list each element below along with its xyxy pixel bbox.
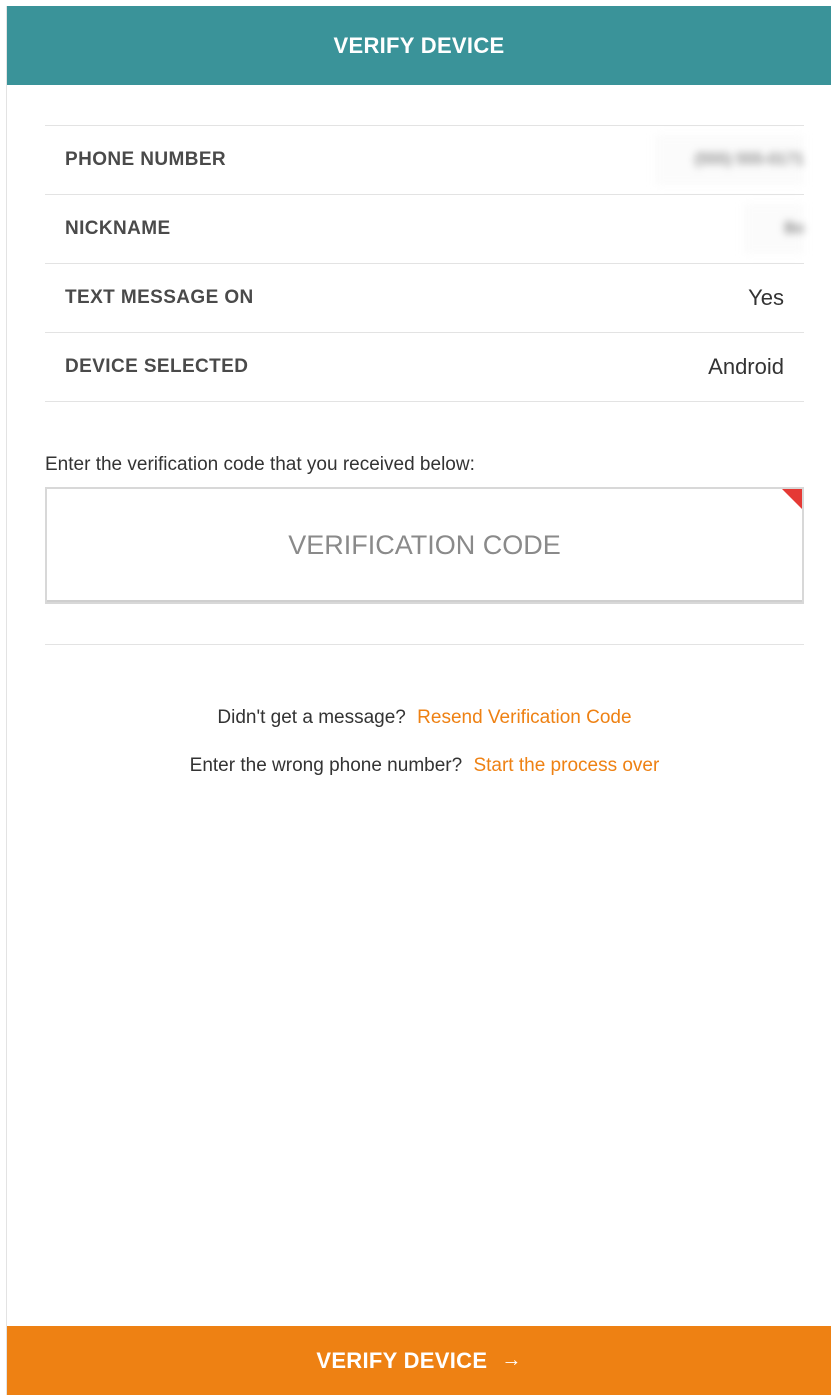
verify-device-button-label: VERIFY DEVICE (316, 1347, 488, 1373)
help-section: Didn't get a message? Resend Verificatio… (45, 694, 804, 790)
restart-line: Enter the wrong phone number? Start the … (45, 742, 804, 790)
verification-code-input[interactable] (47, 488, 802, 603)
detail-label: NICKNAME (65, 218, 171, 239)
device-details-table: PHONE NUMBER (555) 555-0171 NICKNAME Bo … (45, 125, 804, 402)
detail-row-device-selected: DEVICE SELECTED Android (45, 333, 804, 402)
resend-code-link[interactable]: Resend Verification Code (417, 707, 631, 728)
main-content: PHONE NUMBER (555) 555-0171 NICKNAME Bo … (45, 85, 804, 790)
verification-prompt: Enter the verification code that you rec… (45, 454, 475, 475)
divider (45, 644, 804, 645)
detail-value-redacted: Bo (744, 204, 804, 254)
detail-value: Yes (748, 285, 784, 310)
restart-question: Enter the wrong phone number? (189, 755, 463, 776)
page-title: VERIFY DEVICE (333, 32, 505, 58)
verify-device-page: VERIFY DEVICE PHONE NUMBER (555) 555-017… (6, 6, 831, 1395)
arrow-right-icon: → (501, 1349, 522, 1371)
detail-value: Android (708, 354, 784, 379)
start-over-link[interactable]: Start the process over (473, 755, 659, 776)
detail-value-redacted: (555) 555-0171 (654, 135, 804, 185)
detail-label: PHONE NUMBER (65, 149, 227, 170)
required-indicator-icon (782, 489, 802, 509)
resend-question: Didn't get a message? (217, 707, 406, 728)
verify-device-button[interactable]: VERIFY DEVICE → (7, 1326, 831, 1395)
resend-line: Didn't get a message? Resend Verificatio… (45, 694, 804, 742)
verification-code-box (45, 487, 804, 604)
detail-row-phone-number: PHONE NUMBER (555) 555-0171 (45, 126, 804, 195)
detail-label: DEVICE SELECTED (65, 356, 249, 377)
detail-row-nickname: NICKNAME Bo (45, 195, 804, 264)
detail-row-text-message-on: TEXT MESSAGE ON Yes (45, 264, 804, 333)
detail-label: TEXT MESSAGE ON (65, 287, 254, 308)
page-header: VERIFY DEVICE (7, 6, 831, 85)
